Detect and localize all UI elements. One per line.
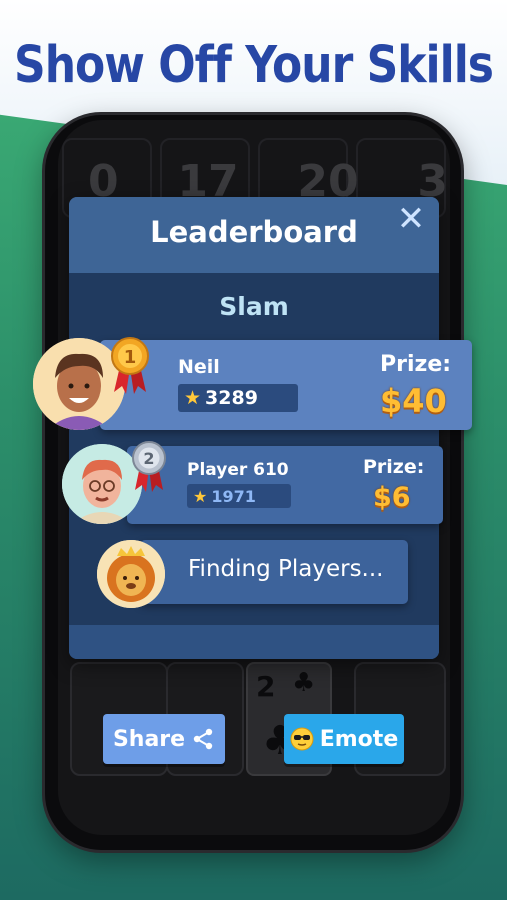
star-icon: ★ <box>184 387 202 409</box>
player-name: Neil <box>178 356 220 378</box>
sunglasses-emoji-icon <box>290 727 314 751</box>
game-mode-label: Slam <box>219 292 289 321</box>
svg-text:2: 2 <box>143 449 154 468</box>
silver-medal-icon: 2 <box>130 440 168 498</box>
card-rank: 2 <box>256 670 276 703</box>
gold-medal-icon: 1 <box>108 336 152 400</box>
leaderboard-row: Player 610 ★ 1971 Prize: $6 <box>127 446 443 524</box>
prize-value: $40 <box>380 382 447 420</box>
finding-players-text: Finding Players... <box>188 556 384 582</box>
lion-avatar <box>97 540 165 608</box>
share-icon <box>191 727 215 751</box>
player-name: Player 610 <box>187 460 289 480</box>
emote-button[interactable]: Emote <box>284 714 404 764</box>
svg-text:1: 1 <box>124 347 137 368</box>
player-score: ★ 1971 <box>187 484 291 508</box>
prize-label: Prize: <box>380 352 452 377</box>
close-icon[interactable]: ✕ <box>393 201 429 237</box>
share-label: Share <box>112 726 186 752</box>
emote-label: Emote <box>319 726 399 752</box>
prize-label: Prize: <box>363 456 425 478</box>
score-value: 1971 <box>211 486 256 506</box>
modal-footer <box>69 625 439 659</box>
modal-title: Leaderboard <box>150 215 358 249</box>
share-button[interactable]: Share <box>103 714 225 764</box>
star-icon: ★ <box>193 486 208 506</box>
finding-players-row: Finding Players... <box>140 540 408 604</box>
player-score: ★ 3289 <box>178 384 298 412</box>
headline: Show Off Your Skills <box>14 36 494 95</box>
score-value: 3289 <box>205 387 258 409</box>
club-suit-icon: ♣ <box>292 668 316 698</box>
prize-value: $6 <box>373 482 411 513</box>
leaderboard-row: Neil ★ 3289 Prize: $40 <box>100 340 472 430</box>
